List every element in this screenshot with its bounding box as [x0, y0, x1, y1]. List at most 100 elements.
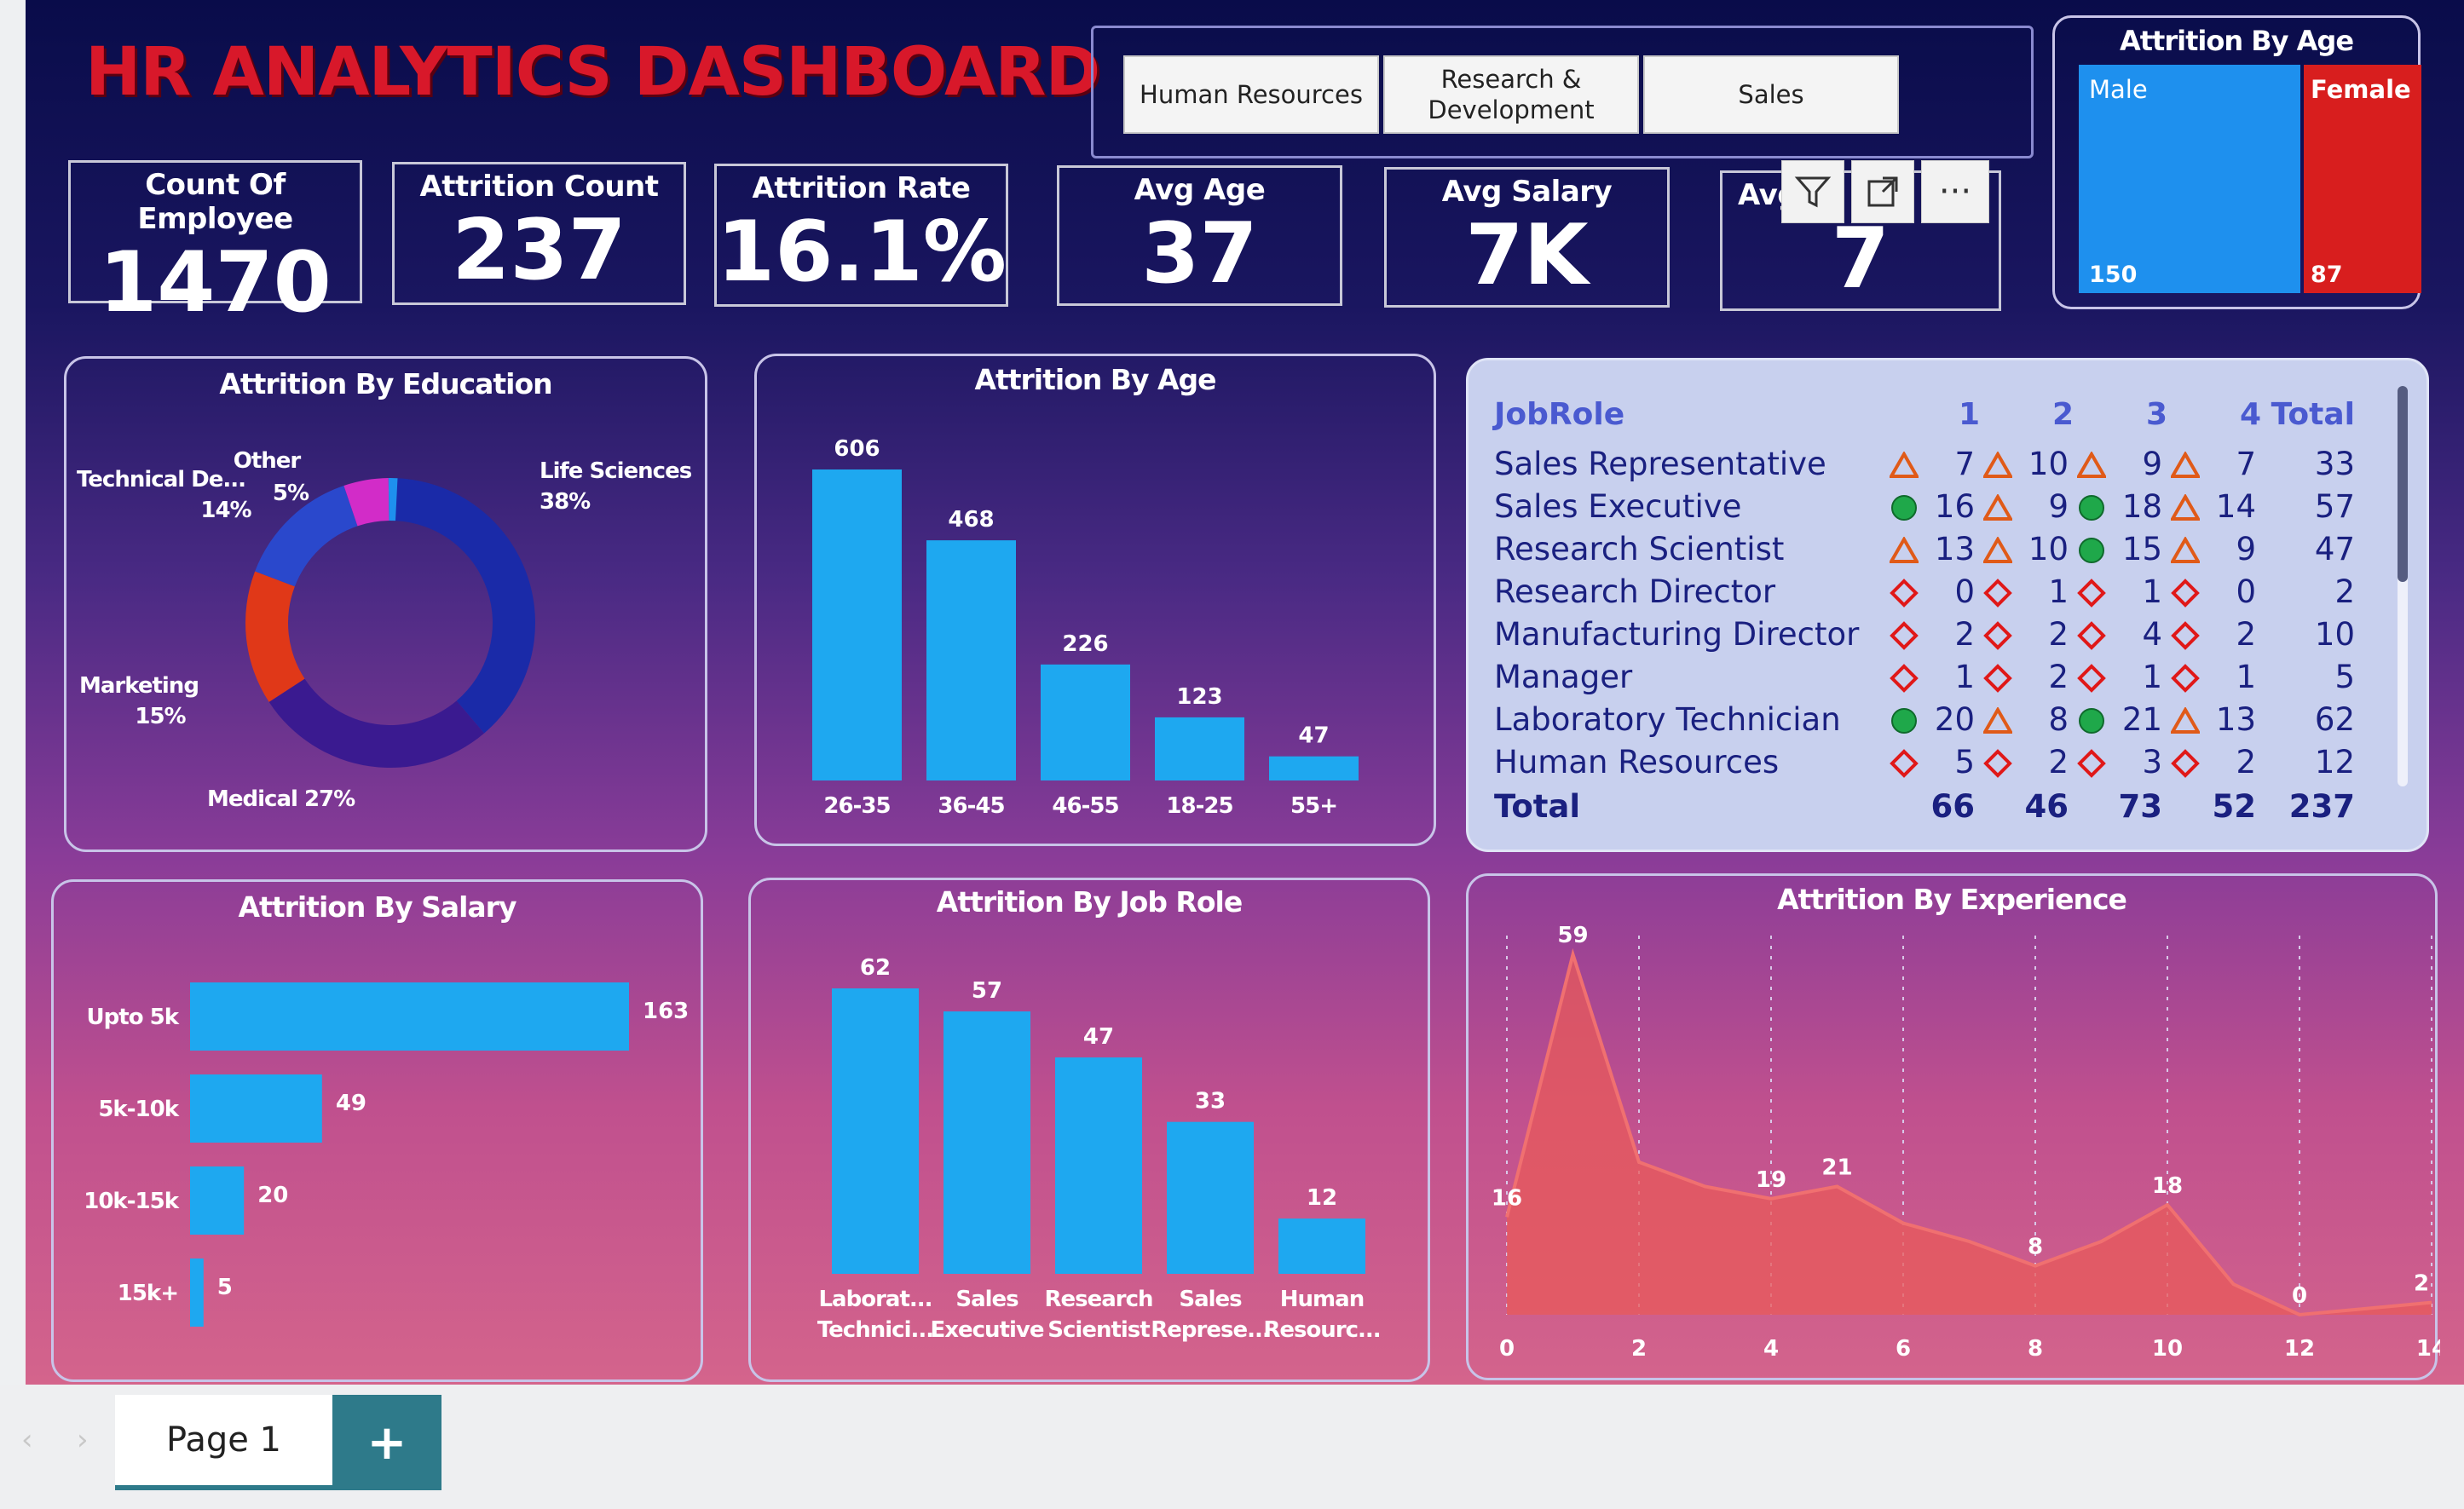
row-total: 33 — [2314, 445, 2355, 482]
bar — [1155, 717, 1244, 780]
department-slicer: Human Resources Research & Development S… — [1091, 26, 2034, 158]
table-cell: 20 — [1934, 700, 1975, 738]
status-icon-cell — [2074, 613, 2109, 655]
table-header-row: JobRole 1 2 3 4 Total — [1494, 386, 2355, 442]
status-icon-cell — [2167, 442, 2203, 485]
kpi-avg-age: Avg Age 37 — [1057, 165, 1342, 306]
slicer-human-resources[interactable]: Human Resources — [1123, 55, 1379, 134]
focus-mode-button[interactable] — [1851, 160, 1914, 223]
scrollbar-thumb[interactable] — [2398, 386, 2408, 582]
point-data-label: 59 — [1557, 923, 1588, 948]
dashboard-title: HR ANALYTICS DASHBOARD — [85, 34, 1100, 111]
x-tick-label: Represe... — [1151, 1317, 1269, 1343]
x-tick-label: Executive — [930, 1317, 1043, 1343]
status-icon-cell — [1886, 485, 1922, 527]
table-row[interactable]: Research Director 0 1 1 0 2 — [1494, 570, 2355, 613]
column-header-total[interactable]: Total — [2261, 386, 2355, 442]
table-scrollbar[interactable] — [2398, 386, 2408, 786]
kpi-avg-salary: Avg Salary 7K — [1384, 167, 1670, 308]
row-label: Research Scientist — [1494, 530, 1785, 567]
y-tick-label: Upto 5k — [87, 1005, 180, 1030]
x-tick-label: 8 — [2028, 1336, 2043, 1362]
status-icon-cell — [1886, 570, 1922, 613]
table-row[interactable]: Human Resources 5 2 3 2 12 — [1494, 740, 2355, 783]
table-cell: 3 — [2142, 743, 2162, 780]
x-tick-label: Human — [1280, 1287, 1364, 1312]
filter-button[interactable] — [1781, 160, 1844, 223]
table-cell: 7 — [1954, 445, 1975, 482]
table-cell: 5 — [1954, 743, 1975, 780]
table-cell: 0 — [1954, 573, 1975, 610]
column-header-jobrole[interactable]: JobRole — [1494, 386, 1886, 442]
table-cell: 1 — [2142, 573, 2162, 610]
male-tile[interactable]: Male 150 — [2079, 65, 2300, 293]
status-icon-cell — [1980, 485, 2016, 527]
status-icon-cell — [2167, 527, 2203, 570]
point-data-label: 19 — [1756, 1167, 1786, 1193]
table-cell: 10 — [2028, 530, 2069, 567]
table-row[interactable]: Manager 1 2 1 1 5 — [1494, 655, 2355, 698]
bar — [1167, 1121, 1254, 1274]
x-tick-label: Research — [1044, 1287, 1152, 1312]
column-header-3[interactable]: 3 — [2074, 386, 2167, 442]
red-diamond-icon — [2171, 579, 2200, 608]
table-cell: 4 — [2142, 615, 2162, 653]
warning-triangle-icon — [1888, 450, 1920, 478]
status-icon-cell — [2074, 655, 2109, 698]
table-cell: 0 — [2236, 573, 2256, 610]
table-row[interactable]: Laboratory Technician 20 8 21 13 62 — [1494, 698, 2355, 740]
kpi-value: 7K — [1465, 207, 1589, 304]
row-total: 62 — [2314, 700, 2355, 738]
status-icon-cell — [2167, 655, 2203, 698]
table-cell: 2 — [2048, 743, 2069, 780]
x-tick-label: Resourc... — [1263, 1317, 1380, 1343]
status-icon-cell — [1980, 442, 2016, 485]
table-row[interactable]: Sales Representative 7 10 9 7 33 — [1494, 442, 2355, 485]
status-icon-cell — [1886, 740, 1922, 783]
column-total: 73 — [2118, 787, 2163, 825]
red-diamond-icon — [1983, 664, 2012, 693]
grand-total: 237 — [2288, 787, 2355, 825]
add-page-button[interactable]: + — [332, 1395, 441, 1490]
column-header-4[interactable]: 4 — [2167, 386, 2261, 442]
bar-data-label: 20 — [257, 1183, 288, 1208]
status-icon-cell — [1980, 655, 2016, 698]
column-header-1[interactable]: 1 — [1886, 386, 1980, 442]
empty-cell — [1886, 783, 1922, 829]
table-cell: 1 — [2236, 658, 2256, 695]
education-donut-chart: Life Sciences 38% Medical 27% Marketing 15% T… — [77, 448, 693, 812]
jobrole-panel: Attrition By Job Role 62 Laborat... Techni… — [748, 878, 1430, 1382]
red-diamond-icon — [1983, 749, 2012, 778]
more-options-button[interactable]: ··· — [1921, 160, 1989, 223]
bar — [926, 540, 1016, 780]
bar — [943, 1011, 1030, 1274]
row-label: Sales Executive — [1494, 487, 1742, 525]
slicer-sales[interactable]: Sales — [1643, 55, 1899, 134]
warning-triangle-icon — [1888, 535, 1920, 563]
education-slice — [268, 678, 485, 768]
red-diamond-icon — [1890, 749, 1919, 778]
experience-area-chart: 0 2 4 6 8 10 12 14 16 59 19 21 8 18 0 2 — [1492, 923, 2440, 1362]
gender-panel: Attrition By Age Male 150 Female 87 — [2052, 15, 2421, 309]
status-icon-cell — [1886, 613, 1922, 655]
green-circle-icon — [2079, 495, 2104, 521]
prev-page-icon[interactable]: ‹ — [21, 1423, 33, 1457]
kpi-label: Avg Age — [1134, 173, 1266, 207]
female-tile[interactable]: Female 87 — [2304, 65, 2421, 293]
next-page-icon[interactable]: › — [77, 1423, 89, 1457]
status-icon-cell — [2074, 485, 2109, 527]
table-row[interactable]: Sales Executive 16 9 18 14 57 — [1494, 485, 2355, 527]
column-header-2[interactable]: 2 — [1980, 386, 2074, 442]
red-diamond-icon — [1890, 621, 1919, 650]
x-tick-label: 55+ — [1290, 793, 1337, 819]
table-cell: 21 — [2121, 700, 2162, 738]
table-row[interactable]: Manufacturing Director 2 2 4 2 10 — [1494, 613, 2355, 655]
point-data-label: 2 — [2414, 1271, 2429, 1297]
table-row[interactable]: Research Scientist 13 10 15 9 47 — [1494, 527, 2355, 570]
point-data-label: 0 — [2292, 1283, 2307, 1309]
filter-icon — [1794, 176, 1832, 208]
kpi-value: 237 — [452, 202, 626, 299]
page-tab-page-1[interactable]: Page 1 — [115, 1395, 332, 1490]
y-tick-label: 10k-15k — [84, 1189, 179, 1214]
slicer-research-development[interactable]: Research & Development — [1383, 55, 1639, 134]
